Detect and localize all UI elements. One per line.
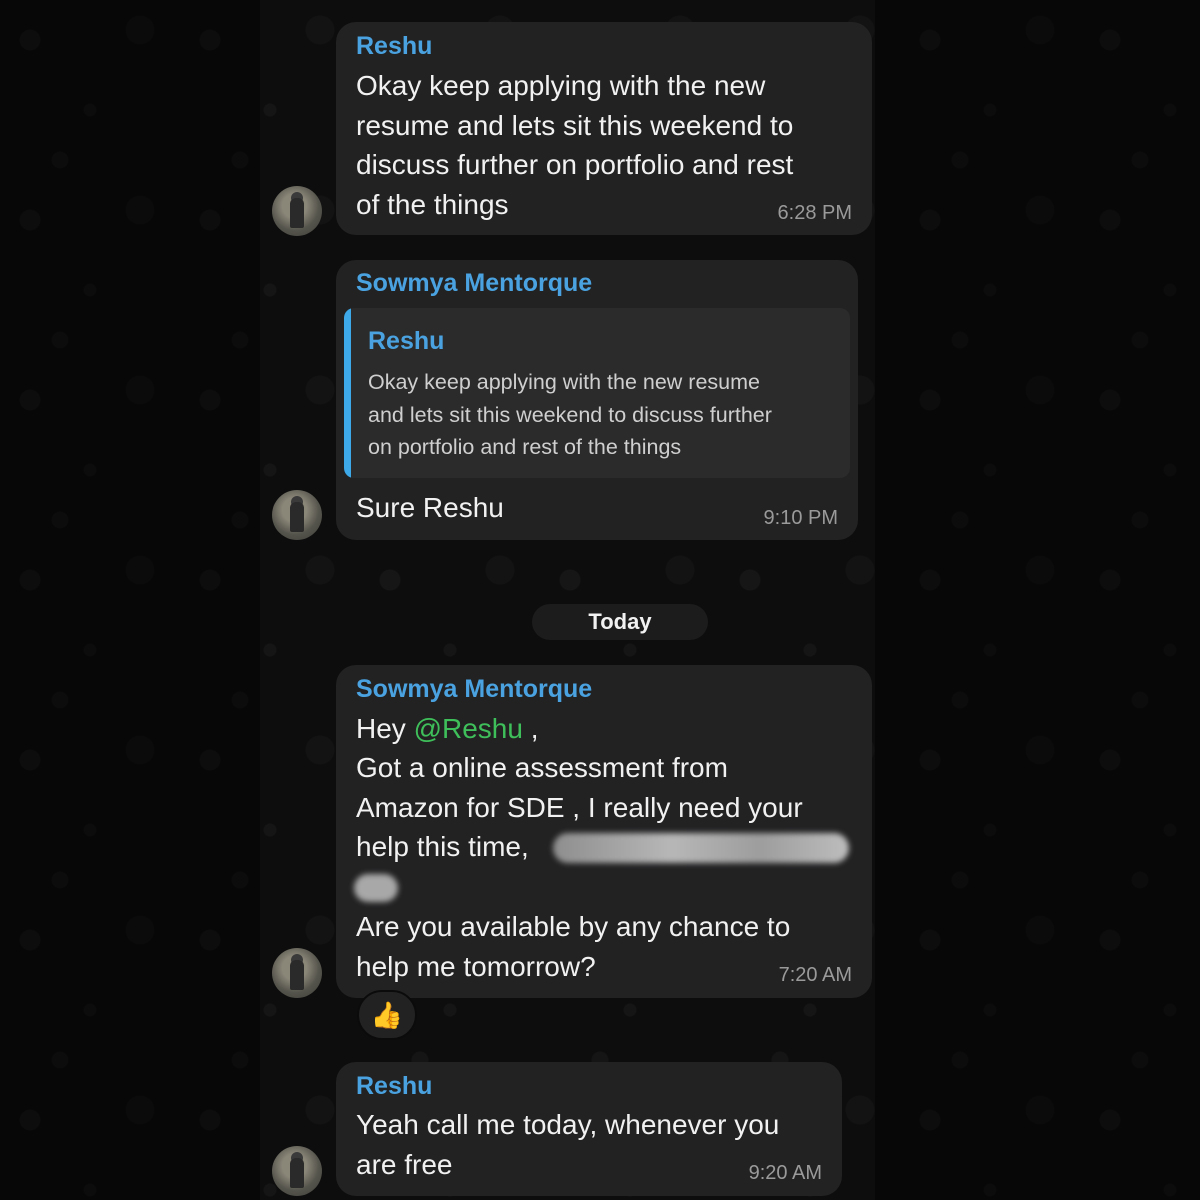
quote-accent-bar (344, 308, 351, 478)
avatar-figure-body (290, 1158, 304, 1188)
avatar-figure-body (290, 960, 304, 990)
quoted-reply[interactable]: Reshu Okay keep applying with the new re… (344, 308, 850, 478)
message-sender: Reshu (356, 32, 433, 60)
avatar-figure-body (290, 502, 304, 532)
wallpaper-right (875, 0, 1200, 1200)
message-sender: Sowmya Mentorque (356, 269, 593, 297)
avatar-reshu[interactable] (272, 186, 322, 236)
avatar-reshu[interactable] (272, 1146, 322, 1196)
message-time: 7:20 AM (778, 964, 852, 986)
message-text-line1: Hey @Reshu , (356, 709, 539, 749)
message-sender: Sowmya Mentorque (356, 675, 593, 703)
quote-sender: Reshu (368, 327, 445, 355)
message-time: 9:20 AM (748, 1162, 822, 1184)
mention-reshu[interactable]: @Reshu (414, 713, 523, 744)
message-time: 9:10 PM (763, 507, 838, 529)
avatar-figure-body (290, 198, 304, 228)
message-text: Okay keep applying with the new resume a… (356, 70, 794, 220)
thumbs-up-reaction[interactable]: 👍 (357, 990, 417, 1040)
message-bubble-3[interactable]: Sowmya Mentorque Hey @Reshu , Got a onli… (336, 665, 872, 998)
redacted-text-blur (354, 874, 398, 902)
message-bubble-2[interactable]: Sowmya Mentorque Reshu Okay keep applyin… (336, 260, 858, 540)
punctuation-text: , (530, 713, 539, 744)
message-text: Sure Reshu (356, 492, 504, 523)
greeting-text: Hey (356, 713, 406, 744)
message-bubble-1[interactable]: Reshu Okay keep applying with the new re… (336, 22, 872, 235)
message-time: 6:28 PM (777, 202, 852, 224)
avatar-sowmya[interactable] (272, 490, 322, 540)
message-text: Yeah call me today, whenever you are fre… (356, 1109, 780, 1180)
wallpaper-left (0, 0, 260, 1200)
avatar-sowmya[interactable] (272, 948, 322, 998)
redacted-text-blur (553, 833, 849, 863)
message-sender: Reshu (356, 1072, 433, 1100)
message-text-line3: Are you available by any chance to help … (356, 911, 791, 982)
day-separator: Today (532, 604, 708, 640)
quote-text: Okay keep applying with the new resume a… (368, 370, 772, 459)
message-bubble-4[interactable]: Reshu Yeah call me today, whenever you a… (336, 1062, 842, 1196)
